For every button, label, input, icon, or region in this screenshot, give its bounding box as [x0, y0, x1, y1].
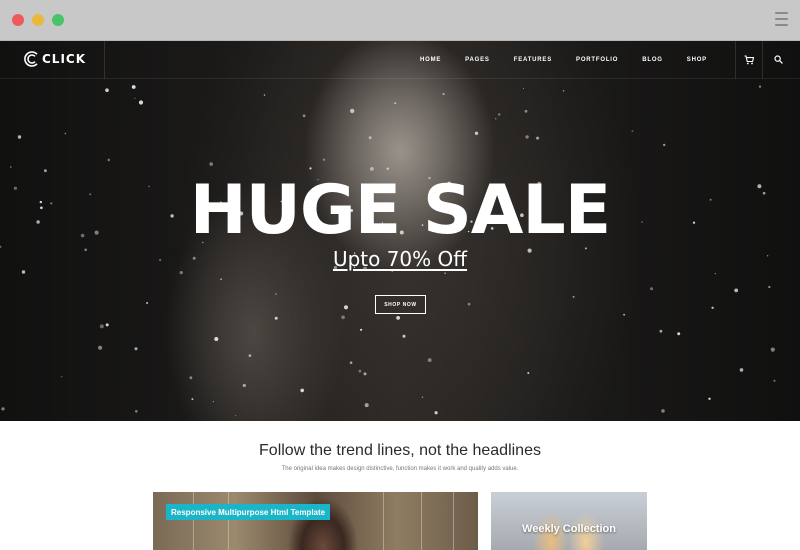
nav-divider [735, 41, 736, 79]
card-tag: Responsive Multipurpose Html Template [166, 504, 331, 520]
top-navigation: CLICK HOME PAGES FEATURES PORTFOLIO BLOG… [0, 41, 800, 79]
nav-divider [104, 41, 105, 79]
close-window-button[interactable] [12, 14, 24, 26]
search-icon[interactable] [774, 55, 783, 64]
hero-banner: CLICK HOME PAGES FEATURES PORTFOLIO BLOG… [0, 41, 800, 421]
site-logo[interactable]: CLICK [24, 51, 86, 67]
section-subtitle: The original idea makes design distincti… [281, 466, 519, 472]
section-title: Follow the trend lines, not the headline… [259, 442, 541, 459]
hero-title: HUGE SALE [189, 171, 611, 250]
nav-item-home[interactable]: HOME [420, 57, 441, 63]
nav-item-shop[interactable]: SHOP [687, 57, 707, 63]
nav-divider [762, 41, 763, 79]
nav-item-portfolio[interactable]: PORTFOLIO [576, 57, 618, 63]
cart-icon[interactable] [744, 55, 754, 65]
browser-chrome [0, 0, 800, 41]
hamburger-icon[interactable] [775, 12, 788, 26]
hero-subtitle[interactable]: Upto 70% Off [0, 247, 800, 271]
maximize-window-button[interactable] [52, 14, 64, 26]
logo-text: CLICK [42, 52, 87, 66]
nav-item-blog[interactable]: BLOG [642, 57, 663, 63]
main-menu: HOME PAGES FEATURES PORTFOLIO BLOG SHOP [420, 41, 707, 79]
card-title: Weekly Collection [522, 523, 616, 535]
minimize-window-button[interactable] [32, 14, 44, 26]
shop-now-button[interactable]: SHOP NOW [375, 295, 426, 314]
c-logo-icon [24, 51, 38, 67]
nav-item-features[interactable]: FEATURES [514, 57, 552, 63]
template-card[interactable]: Responsive Multipurpose Html Template [153, 492, 478, 550]
nav-item-pages[interactable]: PAGES [465, 57, 490, 63]
collection-card[interactable]: Weekly Collection [491, 492, 647, 550]
